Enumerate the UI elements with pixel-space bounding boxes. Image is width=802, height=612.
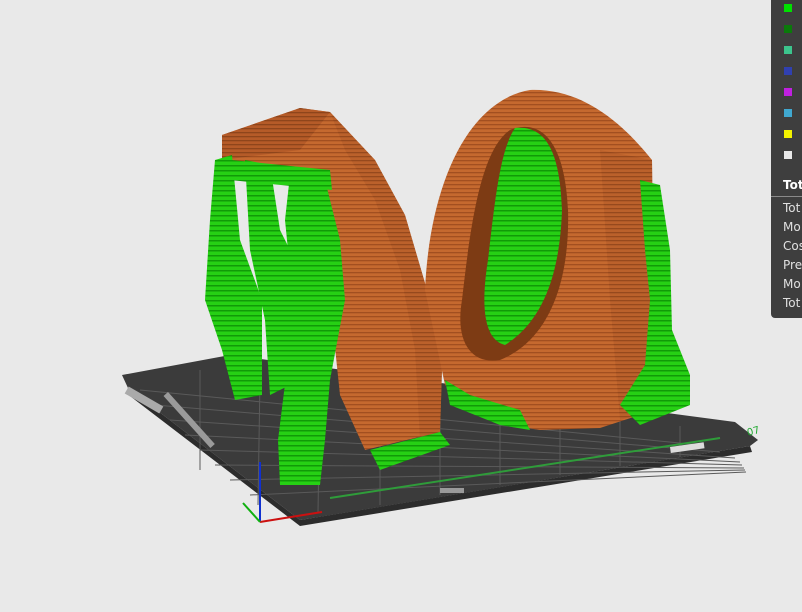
legend-item bbox=[784, 23, 802, 35]
legend-item bbox=[784, 86, 802, 98]
legend-item bbox=[784, 149, 802, 161]
legend-item bbox=[784, 2, 802, 14]
model-right-part[interactable] bbox=[425, 89, 655, 430]
legend-panel: Tot Tot Mo Cos Pre Mo Tot bbox=[771, 0, 802, 318]
legend-swatch bbox=[784, 4, 792, 12]
stat-row: Tot bbox=[783, 201, 801, 215]
legend-swatch bbox=[784, 67, 792, 75]
legend-item bbox=[784, 128, 802, 140]
legend-item bbox=[784, 44, 802, 56]
legend-item bbox=[784, 65, 802, 77]
stat-row: Pre bbox=[783, 258, 802, 272]
legend-swatch bbox=[784, 109, 792, 117]
legend-swatch bbox=[784, 46, 792, 54]
bed-label: 07 bbox=[746, 425, 761, 439]
legend-swatch bbox=[784, 88, 792, 96]
stat-row: Mo bbox=[783, 220, 801, 234]
stat-row: Mo bbox=[783, 277, 801, 291]
legend-swatch bbox=[784, 151, 792, 159]
summary-header: Tot bbox=[771, 176, 802, 197]
summary-title: Tot bbox=[783, 178, 802, 192]
legend-item bbox=[784, 107, 802, 119]
legend-swatch bbox=[784, 25, 792, 33]
legend-swatch bbox=[784, 130, 792, 138]
3d-viewport[interactable]: 07 bbox=[0, 0, 802, 612]
stat-row: Cos bbox=[783, 239, 802, 253]
stat-row: Tot bbox=[783, 296, 801, 310]
